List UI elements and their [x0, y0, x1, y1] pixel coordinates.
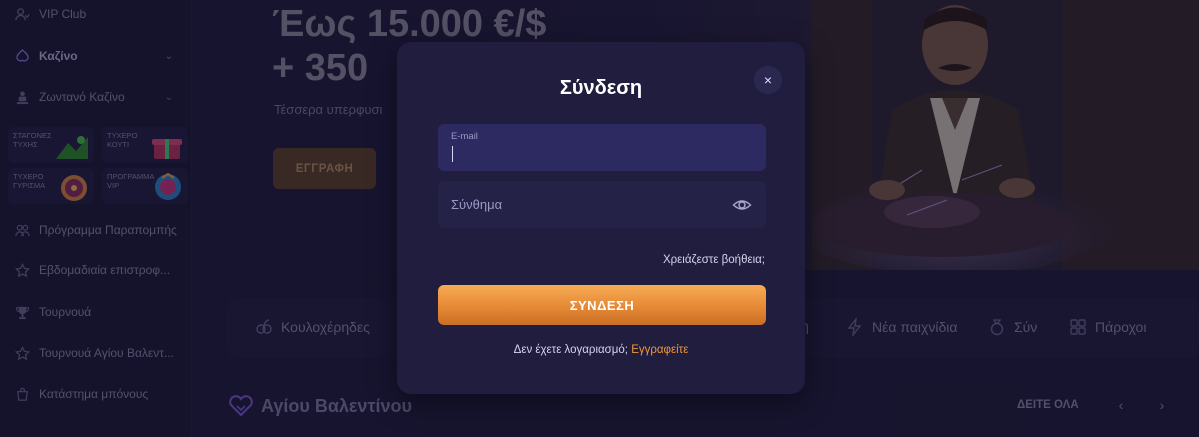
- no-account-text: Δεν έχετε λογαριασμό;: [513, 344, 628, 356]
- close-icon[interactable]: ×: [754, 66, 782, 94]
- login-button[interactable]: ΣΥΝΔΕΣΗ: [438, 285, 766, 325]
- email-field[interactable]: E-mail: [438, 124, 766, 171]
- email-label: E-mail: [451, 131, 478, 142]
- modal-title: Σύνδεση: [559, 77, 643, 99]
- password-placeholder: Σύνθημα: [451, 197, 503, 212]
- help-link[interactable]: Χρειάζεστε βοήθεια;: [663, 254, 765, 266]
- eye-icon[interactable]: [732, 195, 752, 215]
- login-modal: Σύνδεση × E-mail Σύνθημα Χρειάζεστε βοήθ…: [397, 42, 805, 394]
- register-link[interactable]: Εγγραφείτε: [631, 344, 688, 356]
- text-caret: [452, 146, 453, 162]
- register-prompt: Δεν έχετε λογαριασμό; Εγγραφείτε: [397, 344, 805, 356]
- password-field[interactable]: Σύνθημα: [438, 181, 766, 228]
